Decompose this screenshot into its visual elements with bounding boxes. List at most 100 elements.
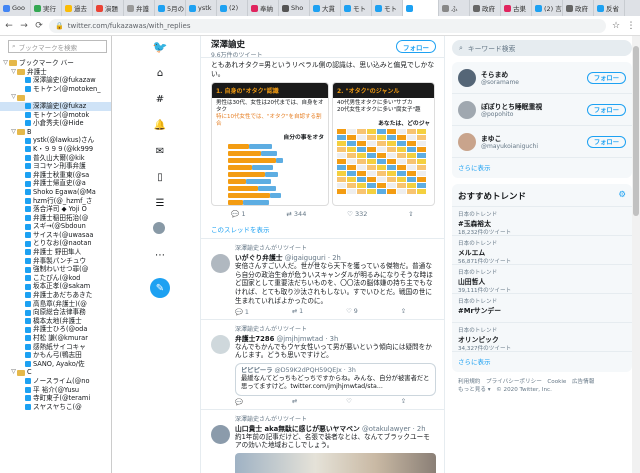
bookmark-item[interactable]: こたぴん(@kod xyxy=(0,274,111,283)
bookmark-item[interactable]: 平 裕介(@Yusu xyxy=(0,386,111,395)
bookmark-item[interactable]: 弁護士帰直史(@a xyxy=(0,179,111,188)
show-more-users-link[interactable]: さらに表示 xyxy=(452,158,632,178)
tweet-images[interactable]: 1. 自身の"オタク"認識 男性は30代、女性は20代までは、自身をオタク 特に… xyxy=(211,82,436,206)
reply-button[interactable]: 💬 1 xyxy=(235,308,249,316)
browser-tab[interactable] xyxy=(403,0,439,16)
reload-icon[interactable]: ⟳ xyxy=(34,21,44,31)
bookmark-item[interactable]: SANO, Ayako/佐 xyxy=(0,360,111,369)
page-scrollbar[interactable] xyxy=(632,36,640,473)
bookmark-folder[interactable]: ▽ B xyxy=(0,128,111,137)
suggested-user[interactable]: まゆこ @mayukoianiguchi フォロー xyxy=(452,126,632,158)
bookmark-item[interactable]: 落合洋司 ◆ Yoji O xyxy=(0,205,111,214)
follow-button[interactable]: フォロー xyxy=(586,103,626,116)
avatar[interactable] xyxy=(458,132,476,151)
bookmark-folder[interactable]: ▽ ブックマーク バー xyxy=(0,59,111,68)
bookmark-item[interactable]: 小倉秀夫(@Hide xyxy=(0,119,111,128)
bookmark-item[interactable]: とりなお(@naotan xyxy=(0,239,111,248)
bookmark-item[interactable]: ヨコヤン刑事弁護 xyxy=(0,162,111,171)
bookmark-item[interactable]: 感熱紙サイコキャ xyxy=(0,343,111,352)
browser-tab[interactable]: 5月の xyxy=(155,0,186,16)
retweet-button[interactable]: ⇄ 344 xyxy=(286,210,306,218)
bookmark-item[interactable]: モトケン(@motoken_ xyxy=(0,85,111,94)
more-icon[interactable]: ⋯ xyxy=(153,248,167,262)
browser-tab[interactable]: ふ xyxy=(439,0,470,16)
browser-tab[interactable]: モト xyxy=(341,0,372,16)
tweet[interactable]: 深澤諭史さんがリツイート 弁護士7286 @jmjhjmwtad · 3h なんでも… xyxy=(201,320,444,410)
bookmark-folder[interactable]: ▽ xyxy=(0,93,111,102)
reply-button[interactable]: 💬 1 xyxy=(231,210,245,218)
bookmark-item[interactable]: Shoko Egawa(@Ma xyxy=(0,188,111,197)
twitter-bird-icon[interactable]: 🐦 xyxy=(153,40,168,54)
bookmark-item[interactable]: hzm行(@_hzmf_さ xyxy=(0,197,111,206)
bookmark-item[interactable]: スヤスヤちこ(@ xyxy=(0,403,111,412)
browser-tab[interactable]: 奉納 xyxy=(248,0,279,16)
bell-icon[interactable]: 🔔 xyxy=(153,118,167,132)
tweet-author[interactable]: いがぐり弁護士 @igaiguguri · 2h xyxy=(235,252,436,262)
hashtag-icon[interactable]: # xyxy=(153,92,167,106)
retweet-button[interactable]: ⇄ 1 xyxy=(292,308,303,316)
browser-tab[interactable]: 反省 xyxy=(594,0,625,16)
avatar[interactable] xyxy=(458,68,476,87)
bookmark-item[interactable]: 普久山大爾(@kik xyxy=(0,154,111,163)
footer-links[interactable]: 利用規約 プライバシーポリシー Cookie 広告情報 xyxy=(458,378,626,386)
bookmark-item[interactable]: 弁護士ひろ(@oda xyxy=(0,325,111,334)
like-button[interactable]: ♡ 332 xyxy=(347,210,367,218)
chevron-down-icon[interactable]: ▽ xyxy=(10,368,17,377)
bookmark-item[interactable]: 深澤諭史(@fukazaw xyxy=(0,76,111,85)
scrollbar-thumb[interactable] xyxy=(633,46,639,216)
bookmark-folder[interactable]: ▽ 弁護士 xyxy=(0,68,111,77)
bookmark-item[interactable]: ystk(@lawkus)さん xyxy=(0,136,111,145)
bookmark-item[interactable]: K・９９９(@kk999 xyxy=(0,145,111,154)
browser-tab[interactable]: 演題 xyxy=(93,0,124,16)
compose-tweet-icon[interactable]: ✎ xyxy=(150,278,170,298)
trend-item[interactable]: 日本のトレンド 山田哲人 39,111件のツイート xyxy=(452,265,632,294)
browser-tab[interactable]: ystk xyxy=(186,0,217,16)
follow-button[interactable]: フォロー xyxy=(586,135,626,148)
browser-tab[interactable]: 政府 xyxy=(470,0,501,16)
tweet-author[interactable]: 山口貴士 aka無駄に感じが悪いヤマベン @otakulawyer · 2h xyxy=(235,423,436,433)
chevron-down-icon[interactable]: ▽ xyxy=(10,93,17,102)
chevron-down-icon[interactable]: ▽ xyxy=(2,59,9,68)
browser-tab[interactable]: (2) xyxy=(217,0,248,16)
chevron-down-icon[interactable]: ▽ xyxy=(10,128,17,137)
bookmark-item[interactable]: サイスキ(@uwasaa xyxy=(0,231,111,240)
bookmark-item[interactable]: 寺町東子(@terami xyxy=(0,394,111,403)
bookmark-icon[interactable]: ▯ xyxy=(153,170,167,184)
suggested-user[interactable]: そらまめ @soramame フォロー xyxy=(452,62,632,94)
tweet-photo[interactable] xyxy=(235,452,436,473)
bookmark-item[interactable]: ノースライム(@no xyxy=(0,377,111,386)
bookmark-item[interactable]: モトケン(@motok xyxy=(0,111,111,120)
like-button[interactable]: ♡ 9 xyxy=(346,308,358,316)
trend-item[interactable]: 日本のトレンド メルエム 56,871件のツイート xyxy=(452,236,632,265)
url-field[interactable]: 🔒 twitter.com/fukazawas/with_replies xyxy=(49,18,606,33)
browser-tab[interactable]: 過去 xyxy=(62,0,93,16)
follow-button[interactable]: フォロー xyxy=(586,71,626,84)
star-icon[interactable]: ☆ xyxy=(611,21,621,31)
follow-button[interactable]: フォロー xyxy=(396,40,436,53)
author-name[interactable]: 弁護士7286 xyxy=(235,335,274,343)
bookmark-search-input[interactable]: ⌕ ブックマークを検索 xyxy=(8,40,107,53)
avatar[interactable] xyxy=(458,100,476,119)
browser-tab[interactable]: Goo xyxy=(0,0,31,16)
author-name[interactable]: いがぐり弁護士 xyxy=(235,254,283,262)
trend-item[interactable]: 日本のトレンド オリンピック 34,327件のツイート xyxy=(452,323,632,352)
share-icon[interactable]: ⇪ xyxy=(401,398,406,406)
infographic-image-1[interactable]: 1. 自身の"オタク"認識 男性は30代、女性は20代までは、自身をオタク 特に… xyxy=(211,82,329,206)
tweet[interactable]: 深澤諭史さんがリツイート 山口貴士 aka無駄に感じが悪いヤマベン @otakul… xyxy=(201,410,444,473)
browser-tab[interactable]: 大貫 xyxy=(310,0,341,16)
profile-icon[interactable] xyxy=(153,222,165,234)
share-icon[interactable]: ⇪ xyxy=(408,210,413,218)
bookmark-item[interactable]: 深澤諭史(@fukaz xyxy=(0,101,111,111)
back-arrow-icon[interactable]: ← xyxy=(4,21,14,31)
bookmark-item[interactable]: 向原総合法律事務 xyxy=(0,308,111,317)
bookmark-item[interactable]: 村松 謙(@kmurar xyxy=(0,334,111,343)
trend-item[interactable]: 日本のトレンド #玉森裕太 18,232件のツイート xyxy=(452,207,632,236)
browser-tab[interactable]: (2) 言 xyxy=(532,0,563,16)
forward-arrow-icon[interactable]: → xyxy=(19,21,29,31)
suggested-user[interactable]: ぽぽりとち睡眠重視 @popohito フォロー xyxy=(452,94,632,126)
reply-button[interactable]: 💬 xyxy=(235,398,243,406)
home-icon[interactable]: ⌂ xyxy=(153,66,167,80)
bookmark-item[interactable]: かもん弓(鴨志田 xyxy=(0,351,111,360)
bookmark-item[interactable]: 弁護士秋重東(@sa xyxy=(0,171,111,180)
infographic-image-2[interactable]: 2. "オタク"のジャンル 40代男性オタクに多い"サブカ 20代女性オタクに多… xyxy=(332,82,435,206)
